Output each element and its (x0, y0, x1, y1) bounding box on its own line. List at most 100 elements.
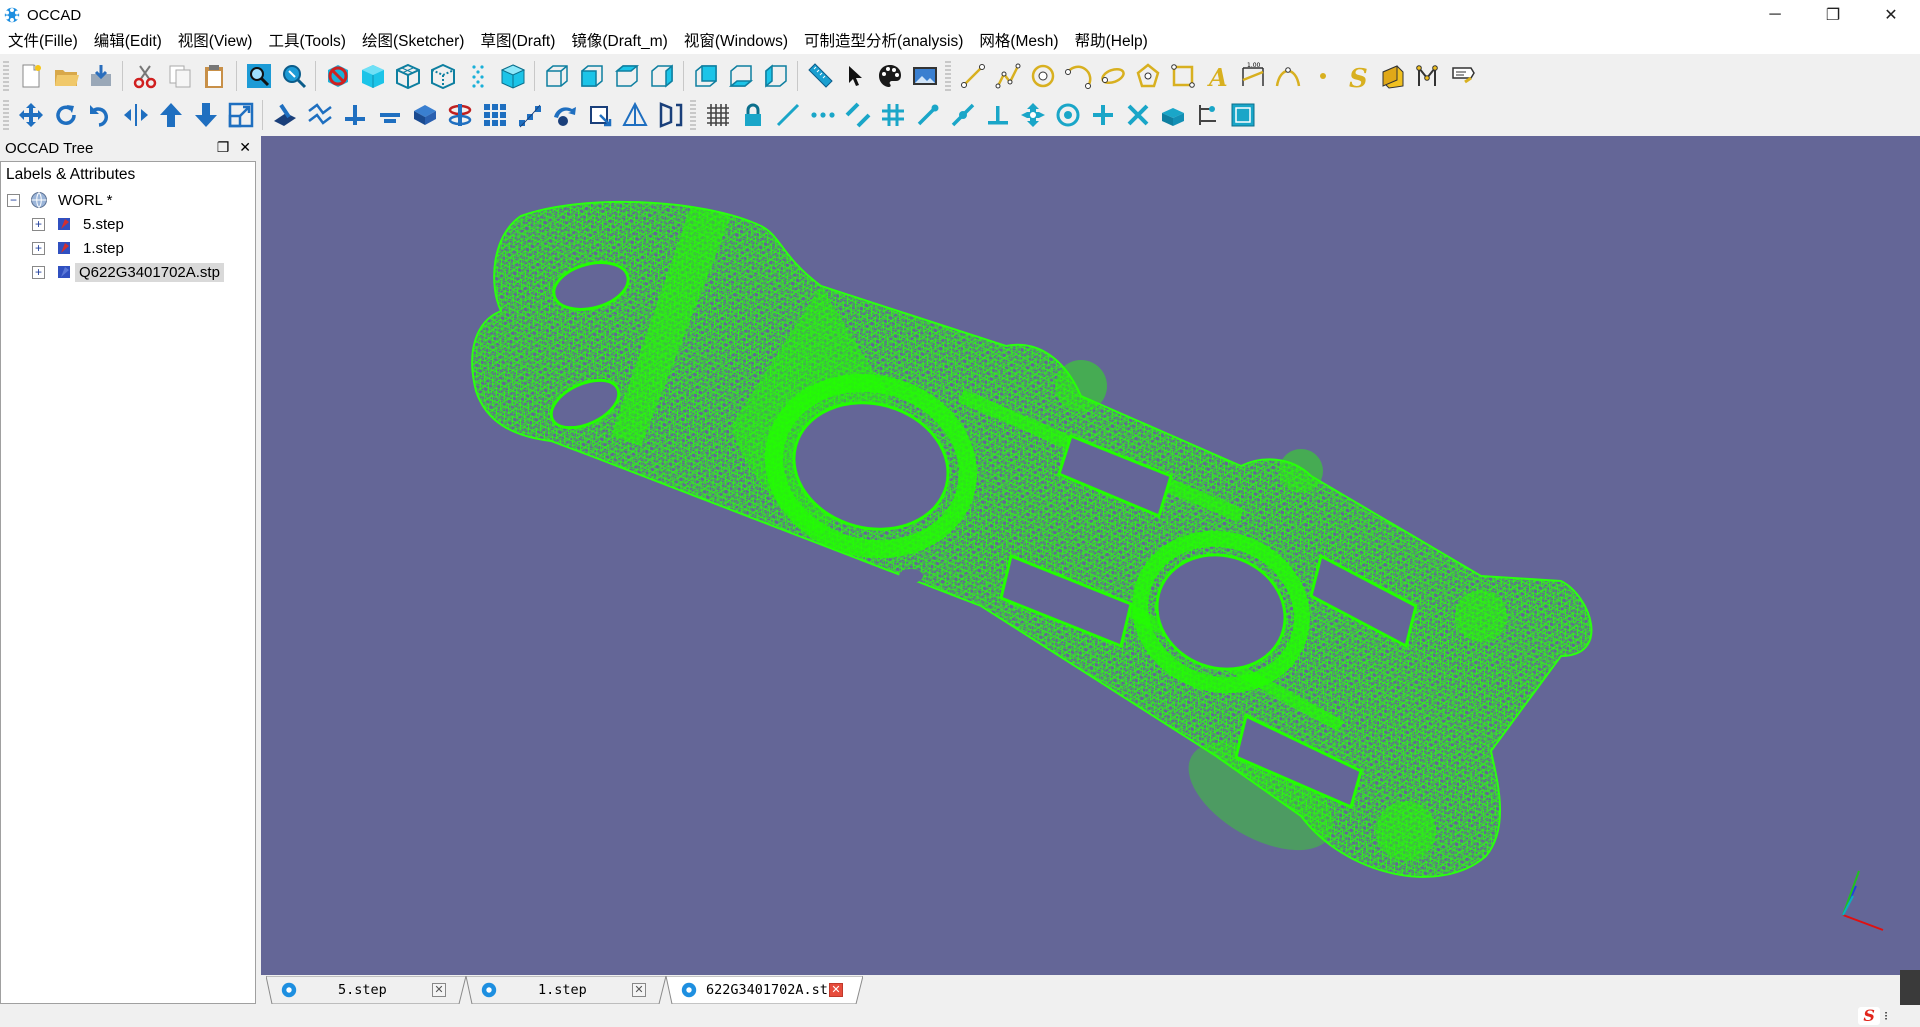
snap-extension-icon[interactable] (1016, 98, 1049, 132)
revolve-icon[interactable] (443, 98, 476, 132)
toolbar-grip[interactable] (3, 100, 9, 130)
save-icon[interactable] (84, 59, 117, 93)
polyline-icon[interactable] (991, 59, 1024, 93)
menu-sketcher[interactable]: 绘图(Sketcher) (354, 30, 473, 54)
mirror-icon[interactable] (119, 98, 152, 132)
shaded-cube-icon[interactable] (356, 59, 389, 93)
offset-icon[interactable] (303, 98, 336, 132)
expand-icon[interactable]: + (32, 241, 45, 255)
menu-windows[interactable]: 视窗(Windows) (676, 30, 796, 54)
point-icon[interactable] (1306, 59, 1339, 93)
close-window-button[interactable]: ✕ (1862, 0, 1920, 30)
wire-icon[interactable] (1411, 59, 1444, 93)
dock-float-icon[interactable]: ❐ (217, 139, 230, 156)
solid-cube-icon[interactable] (496, 59, 529, 93)
expand-icon[interactable]: + (32, 265, 45, 279)
flip-icon[interactable] (653, 98, 686, 132)
zoom-fit-icon[interactable] (242, 59, 275, 93)
bspline-icon[interactable] (1271, 59, 1304, 93)
menu-view[interactable]: 视图(View) (170, 30, 261, 54)
tab-close-icon[interactable]: ✕ (829, 983, 843, 997)
dimension-icon[interactable]: 1.00 (1236, 59, 1269, 93)
tab-active-document[interactable]: 622G3401702A.st ✕ (666, 976, 863, 1004)
polygon-icon[interactable] (1131, 59, 1164, 93)
text-icon[interactable]: A (1201, 59, 1234, 93)
tab-close-icon[interactable]: ✕ (432, 983, 446, 997)
menu-edit[interactable]: 编辑(Edit) (86, 30, 170, 54)
menu-help[interactable]: 帮助(Help) (1067, 30, 1156, 54)
arc-icon[interactable] (1061, 59, 1094, 93)
wireframe-cube-icon[interactable] (391, 59, 424, 93)
menu-tools[interactable]: 工具(Tools) (260, 30, 354, 54)
no-shading-icon[interactable] (321, 59, 354, 93)
arrow-up-icon[interactable] (154, 98, 187, 132)
menu-draft-mirror[interactable]: 镜像(Draft_m) (563, 30, 675, 54)
snap-plus-icon[interactable] (1086, 98, 1119, 132)
snap-special-icon[interactable] (1226, 98, 1259, 132)
spline-s-icon[interactable]: S (1341, 59, 1374, 93)
move-icon[interactable] (14, 98, 47, 132)
view-iso-icon[interactable] (645, 59, 678, 93)
shape2d-icon[interactable] (618, 98, 651, 132)
grid-icon[interactable] (701, 98, 734, 132)
dock-close-icon[interactable]: ✕ (239, 139, 251, 156)
restore-button[interactable]: ❐ (1804, 0, 1862, 30)
snap-working-plane-icon[interactable] (1156, 98, 1189, 132)
cut-icon[interactable] (128, 59, 161, 93)
snap-parallel-icon[interactable] (841, 98, 874, 132)
toolbar-grip[interactable] (945, 61, 951, 91)
zoom-window-icon[interactable] (277, 59, 310, 93)
undo-rotate-icon[interactable] (84, 98, 117, 132)
snap-dimension-icon[interactable] (1191, 98, 1224, 132)
tab-5-step[interactable]: 5.step ✕ (266, 976, 466, 1004)
menu-analysis[interactable]: 可制造型分析(analysis) (796, 30, 971, 54)
menu-file[interactable]: 文件(Fille) (0, 30, 86, 54)
tree-item-selected[interactable]: + Q622G3401702A.stp (1, 260, 255, 284)
tree-item[interactable]: + 5.step (1, 212, 255, 236)
tab-close-icon[interactable]: ✕ (632, 983, 646, 997)
ellipse-icon[interactable] (1096, 59, 1129, 93)
snap-dots-icon[interactable] (806, 98, 839, 132)
hidden-line-icon[interactable] (426, 59, 459, 93)
path-array-icon[interactable] (513, 98, 546, 132)
background-image-icon[interactable] (908, 59, 941, 93)
annotation-icon[interactable] (1446, 59, 1479, 93)
snap-midpoint-icon[interactable] (946, 98, 979, 132)
minimize-button[interactable]: ─ (1746, 0, 1804, 30)
line-icon[interactable] (956, 59, 989, 93)
clone-icon[interactable] (548, 98, 581, 132)
scroll-handle[interactable] (1900, 970, 1920, 1005)
select-cursor-icon[interactable] (838, 59, 871, 93)
new-file-icon[interactable] (14, 59, 47, 93)
upgrade-icon[interactable] (338, 98, 371, 132)
snap-intersection-icon[interactable] (1121, 98, 1154, 132)
view-front-icon[interactable] (540, 59, 573, 93)
snap-center-icon[interactable] (1051, 98, 1084, 132)
view-back-icon[interactable] (689, 59, 722, 93)
rectangle-icon[interactable] (1166, 59, 1199, 93)
tree-view[interactable]: Labels & Attributes − WORL * + 5.step + … (0, 161, 256, 1004)
extrude-icon[interactable] (268, 98, 301, 132)
open-folder-icon[interactable] (49, 59, 82, 93)
expand-icon[interactable]: + (32, 217, 45, 231)
view-right-icon[interactable] (610, 59, 643, 93)
toolbar-grip[interactable] (3, 61, 9, 91)
circle-icon[interactable] (1026, 59, 1059, 93)
view-left-icon[interactable] (759, 59, 792, 93)
downgrade-icon[interactable] (373, 98, 406, 132)
scale-icon[interactable] (224, 98, 257, 132)
view-top-icon[interactable] (575, 59, 608, 93)
snap-endpoint-icon[interactable] (911, 98, 944, 132)
paste-icon[interactable] (198, 59, 231, 93)
ime-indicator[interactable]: S ⁝ (1858, 1007, 1888, 1025)
collapse-icon[interactable]: − (7, 193, 20, 207)
tab-1-step[interactable]: 1.step ✕ (466, 976, 666, 1004)
boolean-icon[interactable] (408, 98, 441, 132)
snap-grid-icon[interactable] (876, 98, 909, 132)
arrow-down-icon[interactable] (189, 98, 222, 132)
lock-icon[interactable] (736, 98, 769, 132)
copy-icon[interactable] (163, 59, 196, 93)
menu-mesh[interactable]: 网格(Mesh) (971, 30, 1066, 54)
menu-draft[interactable]: 草图(Draft) (472, 30, 563, 54)
array-icon[interactable] (478, 98, 511, 132)
